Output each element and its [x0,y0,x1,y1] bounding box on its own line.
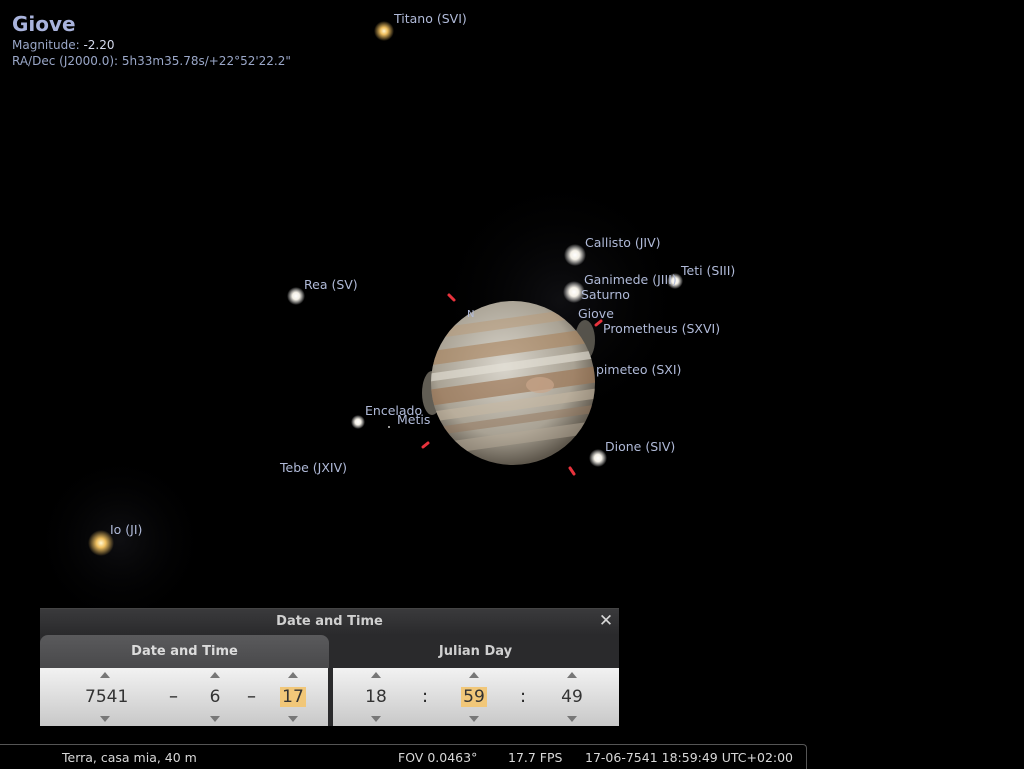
close-icon[interactable]: ✕ [597,612,615,630]
second-value[interactable]: 49 [552,686,592,708]
date-time-dialog: Date and Time ✕ Date and Time Julian Day… [40,608,619,726]
day-up-arrow-icon[interactable] [288,672,298,678]
day-spinner[interactable]: 17 [273,668,313,726]
minute-up-arrow-icon[interactable] [469,672,479,678]
hour-down-arrow-icon[interactable] [371,716,381,722]
date-separator: – [169,686,178,707]
label-saturno[interactable]: Saturno [581,287,630,302]
time-separator: : [422,686,429,707]
status-bar: Terra, casa mia, 40 m FOV 0.0463° 17.7 F… [0,744,807,769]
minute-down-arrow-icon[interactable] [469,716,479,722]
label-epimeteo[interactable]: pimeteo (SXI) [596,362,681,377]
label-tebe[interactable]: Tebe (JXIV) [280,460,347,475]
time-panel: 18 : 59 : 49 [333,668,619,726]
label-io[interactable]: Io (JI) [110,522,142,537]
minute-spinner[interactable]: 59 [454,668,494,726]
label-ganimede[interactable]: Ganimede (JIII) [584,272,677,287]
tab-julian-day[interactable]: Julian Day [332,635,619,668]
titano-body [374,21,394,41]
tab-date-and-time[interactable]: Date and Time [40,635,329,668]
hour-up-arrow-icon[interactable] [371,672,381,678]
label-rea[interactable]: Rea (SV) [304,277,358,292]
fov-text: FOV 0.0463° [398,750,478,765]
second-spinner[interactable]: 49 [552,668,592,726]
label-north: N [467,309,475,320]
datetime-text: 17-06-7541 18:59:49 UTC+02:00 [585,750,794,765]
month-up-arrow-icon[interactable] [210,672,220,678]
minute-value[interactable]: 59 [454,686,494,708]
year-up-arrow-icon[interactable] [100,672,110,678]
hour-spinner[interactable]: 18 [356,668,396,726]
label-giove[interactable]: Giove [578,306,614,321]
fps-text: 17.7 FPS [508,750,563,765]
month-spinner[interactable]: 6 [195,668,235,726]
label-teti[interactable]: Teti (SIII) [681,263,735,278]
radec-line: RA/Dec (J2000.0): 5h33m35.78s/+22°52'22.… [12,54,291,68]
label-callisto[interactable]: Callisto (JIV) [585,235,661,250]
second-down-arrow-icon[interactable] [567,716,577,722]
label-titano[interactable]: Titano (SVI) [394,11,467,26]
label-prometheus[interactable]: Prometheus (SXVI) [603,321,720,336]
dialog-title[interactable]: Date and Time [40,609,619,635]
minute-value-text[interactable]: 59 [461,687,487,707]
second-up-arrow-icon[interactable] [567,672,577,678]
label-dione[interactable]: Dione (SIV) [605,439,675,454]
month-value[interactable]: 6 [195,686,235,708]
month-down-arrow-icon[interactable] [210,716,220,722]
radec-value: 5h33m35.78s/+22°52'22.2" [121,54,291,68]
object-name: Giove [12,12,76,36]
magnitude-label: Magnitude: [12,38,80,52]
day-down-arrow-icon[interactable] [288,716,298,722]
year-down-arrow-icon[interactable] [100,716,110,722]
day-value-text[interactable]: 17 [280,687,306,707]
time-separator: : [520,686,527,707]
encelado-body [351,415,365,429]
radec-label: RA/Dec (J2000.0): [12,54,119,68]
location-text: Terra, casa mia, 40 m [62,750,197,765]
label-metis[interactable]: Metis [397,412,430,427]
magnitude-line: Magnitude: -2.20 [12,38,291,52]
magnitude-value: -2.20 [83,38,115,52]
year-value[interactable]: 7541 [85,686,128,708]
date-separator: – [247,686,256,707]
year-spinner[interactable]: 7541 [85,668,128,726]
day-value[interactable]: 17 [273,686,313,708]
date-panel: 7541 – 6 – 17 [40,668,328,726]
callisto-body [564,244,586,266]
rea-body [287,287,305,305]
hour-value[interactable]: 18 [356,686,396,708]
object-info-panel: Giove Magnitude: -2.20 RA/Dec (J2000.0):… [12,12,291,68]
